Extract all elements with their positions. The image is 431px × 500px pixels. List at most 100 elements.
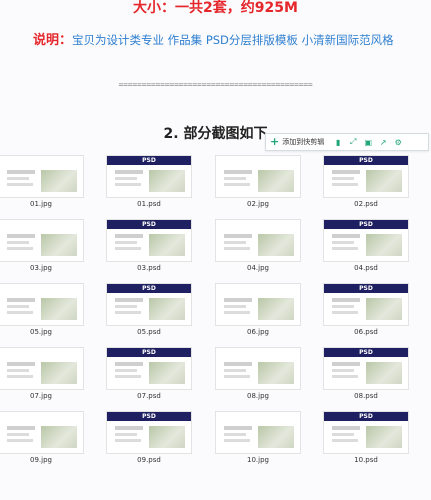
bookmark-icon[interactable]: ▮	[333, 137, 343, 147]
grid-item[interactable]: 01.jpg	[0, 155, 84, 209]
thumbnail-image[interactable]	[215, 411, 301, 454]
file-name: 10.jpg	[247, 456, 269, 464]
preview-text-block	[332, 247, 358, 250]
preview-text-block	[7, 170, 35, 174]
thumbnail-image[interactable]	[0, 411, 84, 454]
thumbnail-image[interactable]	[215, 283, 301, 326]
preview-image	[41, 170, 77, 192]
thumbnail-image[interactable]: PSD	[323, 347, 409, 390]
thumbnail-image[interactable]	[215, 219, 301, 262]
grid-item[interactable]: PSD 10.psd	[323, 411, 409, 465]
preview-image	[258, 234, 294, 256]
preview-text-block	[224, 311, 250, 314]
preview-text-block	[332, 298, 360, 302]
preview-text-block	[115, 247, 141, 250]
grid-item[interactable]: 07.jpg	[0, 347, 84, 401]
preview-text-block	[7, 369, 29, 372]
preview-text-block	[224, 247, 250, 250]
grid-item[interactable]: 08.jpg	[215, 347, 301, 401]
preview-text-block	[332, 362, 360, 366]
psd-badge: PSD	[107, 156, 191, 165]
grid-item[interactable]: 04.jpg	[215, 219, 301, 273]
thumbnail-image[interactable]	[0, 155, 84, 198]
preview-image	[149, 234, 185, 256]
psd-badge: PSD	[324, 156, 408, 165]
psd-badge: PSD	[324, 284, 408, 293]
preview-text-block	[332, 177, 354, 180]
preview-text-block	[7, 305, 29, 308]
grid-item[interactable]: 09.jpg	[0, 411, 84, 465]
preview-text-block	[224, 426, 252, 430]
grid-item[interactable]: 03.jpg	[0, 219, 84, 273]
preview-image	[41, 234, 77, 256]
preview-text-block	[332, 439, 358, 442]
preview-text-block	[115, 177, 137, 180]
preview-text-block	[224, 305, 246, 308]
thumbnail-image[interactable]	[215, 155, 301, 198]
preview-text-block	[7, 362, 35, 366]
thumbnail-image[interactable]	[215, 347, 301, 390]
preview-text-block	[115, 375, 141, 378]
thumbnail-image[interactable]	[0, 219, 84, 262]
file-name: 03.jpg	[30, 264, 52, 272]
grid-item[interactable]: PSD 06.psd	[323, 283, 409, 337]
thumbnail-image[interactable]: PSD	[323, 411, 409, 454]
preview-text-block	[224, 170, 252, 174]
preview-image	[366, 298, 402, 320]
expand-icon[interactable]: ⤢	[348, 137, 358, 147]
thumbnail-image[interactable]: PSD	[106, 219, 192, 262]
thumbnail-image[interactable]: PSD	[106, 347, 192, 390]
size-info: 大小：一共2套，约925M	[133, 0, 298, 16]
thumbnail-image[interactable]: PSD	[106, 155, 192, 198]
thumbnail-image[interactable]	[0, 347, 84, 390]
preview-text-block	[115, 426, 143, 430]
grid-item[interactable]: 05.jpg	[0, 283, 84, 337]
file-name: 07.psd	[137, 392, 161, 400]
preview-image	[366, 362, 402, 384]
file-name: 06.psd	[354, 328, 378, 336]
image-toolbar: + 添加到快剪辑 ▮ ⤢ ▣ ↗ ⚙	[265, 133, 429, 151]
preview-text-block	[332, 305, 354, 308]
preview-text-block	[332, 183, 358, 186]
grid-item[interactable]: PSD 09.psd	[106, 411, 192, 465]
grid-item[interactable]: PSD 05.psd	[106, 283, 192, 337]
thumbnail-image[interactable]: PSD	[323, 283, 409, 326]
file-name: 04.jpg	[247, 264, 269, 272]
preview-text-block	[115, 311, 141, 314]
preview-image	[258, 426, 294, 448]
save-icon[interactable]: ▣	[363, 137, 373, 147]
file-name: 02.jpg	[247, 200, 269, 208]
thumbnail-image[interactable]: PSD	[106, 283, 192, 326]
thumbnail-image[interactable]: PSD	[106, 411, 192, 454]
grid-item[interactable]: PSD 01.psd	[106, 155, 192, 209]
add-to-clip-button[interactable]: + 添加到快剪辑	[266, 136, 328, 147]
preview-text-block	[115, 183, 141, 186]
separator-line: ========================================…	[118, 80, 313, 89]
grid-item[interactable]: 06.jpg	[215, 283, 301, 337]
grid-item[interactable]: PSD 03.psd	[106, 219, 192, 273]
grid-item[interactable]: PSD 04.psd	[323, 219, 409, 273]
file-name: 01.jpg	[30, 200, 52, 208]
preview-text-block	[332, 426, 360, 430]
preview-image	[258, 362, 294, 384]
grid-item[interactable]: PSD 08.psd	[323, 347, 409, 401]
psd-badge: PSD	[324, 412, 408, 421]
settings-icon[interactable]: ⚙	[393, 137, 403, 147]
thumbnail-image[interactable]: PSD	[323, 155, 409, 198]
preview-text-block	[224, 183, 250, 186]
share-icon[interactable]: ↗	[378, 137, 388, 147]
grid-item[interactable]: PSD 02.psd	[323, 155, 409, 209]
grid-item[interactable]: PSD 07.psd	[106, 347, 192, 401]
preview-text-block	[115, 369, 137, 372]
thumbnail-image[interactable]	[0, 283, 84, 326]
grid-item[interactable]: 10.jpg	[215, 411, 301, 465]
file-name: 05.psd	[137, 328, 161, 336]
thumbnail-image[interactable]: PSD	[323, 219, 409, 262]
preview-text-block	[7, 177, 29, 180]
preview-text-block	[224, 439, 250, 442]
preview-image	[258, 298, 294, 320]
preview-image	[149, 298, 185, 320]
grid-item[interactable]: 02.jpg	[215, 155, 301, 209]
preview-text-block	[7, 439, 33, 442]
description: 说明：宝贝为设计类专业 作品集 PSD分层排版模板 小清新国际范风格	[33, 33, 394, 48]
